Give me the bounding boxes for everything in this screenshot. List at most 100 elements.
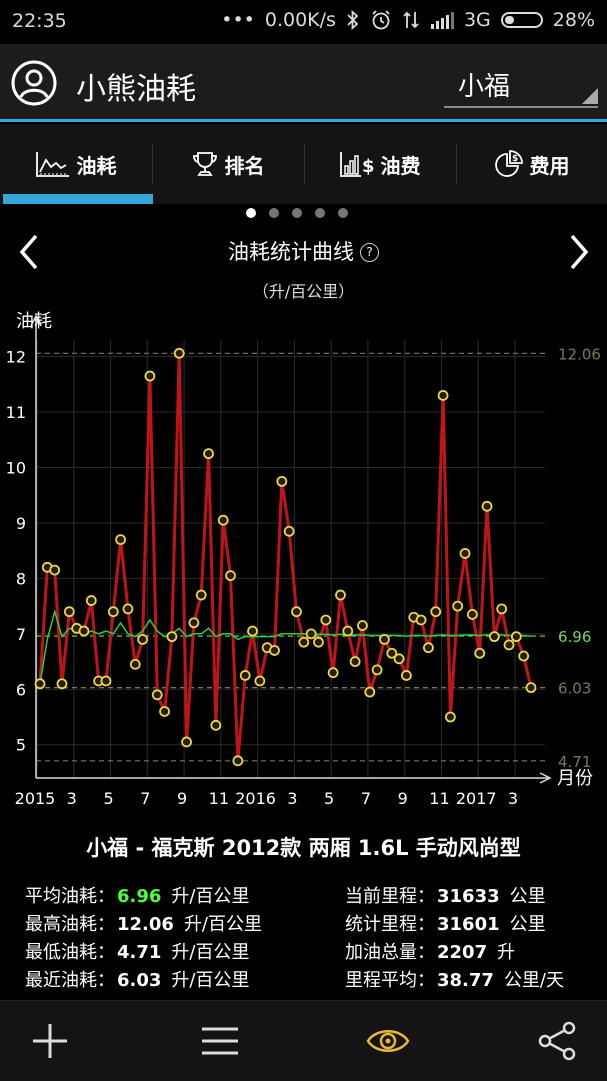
data-point (276, 475, 288, 487)
data-point (423, 642, 434, 654)
stat-label: 里程平均： (345, 970, 435, 991)
status-time: 22:35 (12, 10, 67, 32)
app-title: 小熊油耗 (76, 72, 196, 107)
page-dot (315, 208, 325, 218)
x-tick-label: 2017 (456, 789, 497, 808)
data-point (210, 719, 222, 731)
plus-icon[interactable] (28, 1019, 72, 1063)
x-tick-label: 5 (103, 789, 113, 808)
x-tick-label: 11 (209, 789, 229, 808)
stat-unit: 升/百公里 (171, 886, 250, 907)
menu-icon[interactable] (198, 1019, 242, 1063)
tab-fuel-consumption[interactable]: 油耗 (0, 124, 151, 204)
stat-unit: 升/百公里 (183, 914, 263, 935)
tab-ranking[interactable]: 排名 (152, 124, 303, 204)
data-point (349, 656, 361, 667)
stat-unit: 升/百公里 (171, 970, 250, 991)
data-point (313, 636, 324, 648)
x-tick-label: 7 (140, 789, 150, 808)
data-point (151, 689, 163, 701)
data-point (129, 658, 141, 670)
x-axis-label: 月份 (557, 768, 593, 789)
data-point (56, 678, 68, 690)
tab-fuel-cost[interactable]: $ 油费 (304, 124, 455, 204)
data-point (254, 675, 266, 687)
avatar-icon[interactable] (10, 59, 58, 107)
page-dot (269, 208, 279, 218)
data-point (496, 603, 508, 615)
stat-value: 31633 (437, 886, 500, 907)
data-point (188, 617, 200, 629)
reference-label: 12.06 (558, 345, 601, 363)
x-tick-label: 3 (287, 789, 297, 808)
page-dot (292, 208, 302, 218)
stat-unit: 升 (497, 942, 516, 963)
data-point (34, 678, 46, 690)
data-point (78, 625, 90, 637)
tab-expenses[interactable]: $ 费用 (456, 124, 607, 204)
stat-label: 加油总量： (345, 942, 435, 963)
y-tick-label: 5 (16, 736, 26, 755)
stat-label: 最近油耗： (25, 970, 115, 991)
y-tick-label: 10 (6, 459, 26, 478)
data-point (371, 664, 383, 676)
data-point (320, 614, 332, 626)
fuel-consumption-chart: 5 6 7 8 9 10 11 12 2015 3 5 7 9 11 2016 3 5 7 9 11 2017 3 12.0… (6, 311, 601, 808)
eye-icon[interactable] (366, 1019, 410, 1063)
chart-unit: （升/百公里） (252, 282, 355, 301)
svg-text:$: $ (362, 156, 375, 177)
stat-unit: 公里 (509, 914, 546, 935)
tab-label: 油耗 (76, 153, 117, 178)
stat-value: 4.71 (117, 942, 162, 963)
data-point (430, 606, 442, 618)
data-point (510, 631, 522, 643)
battery-icon (500, 12, 543, 28)
y-tick-label: 8 (16, 569, 26, 588)
data-point (173, 347, 185, 359)
x-tick-label: 3 (67, 789, 77, 808)
signal-icon (430, 12, 454, 29)
share-icon[interactable] (536, 1019, 580, 1063)
y-axis-label: 油耗 (16, 311, 52, 332)
vehicle-selector[interactable]: 小福 (444, 56, 598, 108)
page-dot (246, 208, 256, 218)
stat-unit: 公里/天 (503, 970, 565, 991)
stat-row: 最高油耗： 12.06 升/百公里 (25, 910, 262, 936)
tab-label: 排名 (224, 153, 265, 178)
data-point (474, 647, 486, 659)
more-dots-icon: ••• (221, 9, 255, 31)
x-tick-label: 9 (177, 789, 187, 808)
data-point (401, 670, 412, 681)
chart-icon (35, 152, 69, 177)
stat-value: 6.03 (117, 970, 162, 991)
data-point (327, 667, 339, 679)
data-point (393, 653, 405, 665)
y-tick-label: 11 (6, 403, 26, 422)
stat-label: 最低油耗： (25, 942, 115, 963)
data-point (217, 514, 229, 526)
reference-label: 6.03 (558, 680, 591, 698)
x-tick-label: 5 (324, 789, 334, 808)
stat-label: 当前里程： (345, 886, 435, 907)
data-point (181, 736, 192, 748)
dropdown-triangle-icon (582, 88, 598, 104)
data-point (357, 620, 368, 631)
stat-label: 平均油耗： (25, 886, 115, 907)
data-point (269, 645, 280, 656)
stat-label: 统计里程： (345, 914, 435, 935)
stat-unit: 公里 (509, 886, 546, 907)
page-dot (338, 208, 348, 218)
stats-panel: 平均油耗： 6.96 升/百公里 最高油耗： 12.06 升/百公里 最低油耗： 4.71 升/… (0, 880, 607, 1000)
data-point (166, 631, 178, 643)
data-point (115, 534, 127, 545)
data-point (379, 633, 390, 645)
stat-value: 38.77 (437, 970, 494, 991)
data-point (291, 606, 302, 618)
net-speed: 0.00K/s (264, 9, 336, 31)
help-icon[interactable]: ? (360, 243, 379, 262)
stat-row: 最近油耗： 6.03 升/百公里 (25, 966, 250, 992)
data-point (49, 564, 61, 576)
trophy-icon (192, 152, 217, 176)
data-point (525, 682, 537, 694)
data-point (503, 639, 515, 651)
